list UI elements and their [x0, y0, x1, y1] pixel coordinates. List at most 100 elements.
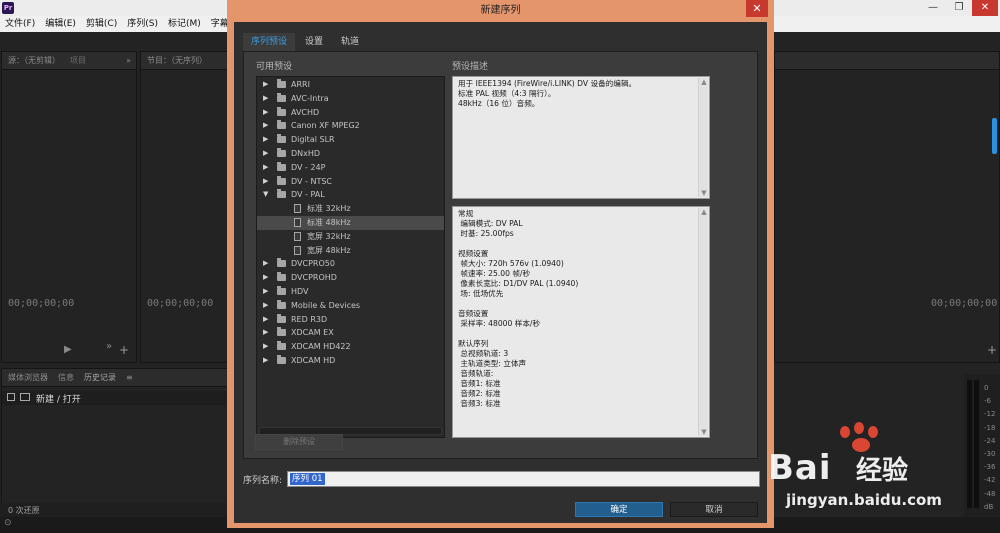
collapsed-arrow-icon[interactable]: ▶: [263, 285, 268, 299]
collapsed-arrow-icon[interactable]: ▶: [263, 271, 268, 285]
preset-tree-item[interactable]: 标准 32kHz: [257, 202, 444, 216]
new-sequence-dialog: 新建序列 ✕ 序列预设 设置 轨道 可用预设 预设描述 ▶ ARRI ▶ AVC-In…: [227, 0, 774, 528]
collapsed-arrow-icon[interactable]: ▶: [263, 354, 268, 368]
tab-history[interactable]: 历史记录: [84, 372, 116, 383]
tab-project[interactable]: 项目: [70, 55, 86, 66]
preset-tree-item[interactable]: 标准 48kHz: [257, 215, 444, 230]
preset-tree-item[interactable]: ▶ DV - 24P: [257, 161, 444, 175]
menu-clip[interactable]: 剪辑(C): [81, 16, 122, 32]
preset-tree-item[interactable]: ▶ AVCHD: [257, 106, 444, 120]
collapsed-arrow-icon[interactable]: ▶: [263, 92, 268, 106]
preset-details-box: 常规 编辑模式: DV PAL 时基: 25.00fps 视频设置 帧大小: 7…: [452, 206, 710, 438]
preset-tree-item[interactable]: ▶ HDV: [257, 285, 444, 299]
play-icon[interactable]: ▶: [64, 344, 72, 355]
details-scrollbar[interactable]: ▲ ▼: [698, 208, 708, 436]
tab-settings[interactable]: 设置: [297, 33, 332, 51]
cancel-button[interactable]: 取消: [670, 502, 758, 517]
preset-tree-item[interactable]: ▶ Canon XF MPEG2: [257, 119, 444, 133]
render-status-icon: ⊙: [4, 518, 12, 528]
folder-icon: [277, 285, 286, 295]
collapsed-arrow-icon[interactable]: ▶: [263, 161, 268, 175]
collapsed-arrow-icon[interactable]: ▶: [263, 326, 268, 340]
menu-edit[interactable]: 编辑(E): [40, 16, 81, 32]
menu-marker[interactable]: 标记(M): [163, 16, 206, 32]
collapsed-arrow-icon[interactable]: ▶: [263, 147, 268, 161]
tab-media-browser[interactable]: 媒体浏览器: [8, 372, 48, 383]
panel-overflow-icon[interactable]: »: [126, 56, 131, 65]
more-controls-icon[interactable]: »: [106, 341, 112, 352]
preset-tree-item[interactable]: ▶ RED R3D: [257, 313, 444, 327]
preset-description-label: 预设描述: [452, 62, 489, 72]
preset-label: 标准 48kHz: [307, 217, 351, 227]
collapsed-arrow-icon[interactable]: ▶: [263, 133, 268, 147]
source-panel-header: 源：（无剪辑） 项目 »: [2, 52, 136, 70]
scroll-down-icon[interactable]: ▼: [699, 428, 709, 436]
collapsed-arrow-icon[interactable]: ▶: [263, 119, 268, 133]
dialog-close-button[interactable]: ✕: [746, 0, 768, 17]
tab-tracks[interactable]: 轨道: [333, 33, 368, 51]
preset-label: DV - 24P: [291, 162, 326, 172]
folder-icon: [277, 161, 286, 171]
collapsed-arrow-icon[interactable]: ▶: [263, 340, 268, 354]
source-timecode: 00;00;00;00: [8, 298, 75, 309]
preset-tree-item[interactable]: ▶ Digital SLR: [257, 133, 444, 147]
preset-tree-item[interactable]: ▶ Mobile & Devices: [257, 299, 444, 313]
minimize-button[interactable]: —: [920, 0, 946, 16]
scroll-down-icon[interactable]: ▼: [699, 189, 709, 197]
expanded-arrow-icon[interactable]: ▼: [263, 188, 268, 202]
preset-tree-item[interactable]: ▶ DVCPRO50: [257, 257, 444, 271]
tab-info[interactable]: 信息: [58, 372, 74, 383]
premiere-logo-icon: Pr: [2, 2, 14, 14]
preset-tree-item[interactable]: ▶ AVC-Intra: [257, 92, 444, 106]
preset-tree-item[interactable]: ▶ ARRI: [257, 78, 444, 92]
preset-tree-item[interactable]: ▼ DV - PAL: [257, 188, 444, 202]
description-scrollbar[interactable]: ▲ ▼: [698, 78, 708, 197]
sequence-name-input[interactable]: 序列 01: [287, 471, 760, 487]
tab-sequence-presets[interactable]: 序列预设: [243, 33, 296, 51]
preset-tree-item[interactable]: 宽屏 48kHz: [257, 244, 444, 258]
collapsed-arrow-icon[interactable]: ▶: [263, 78, 268, 92]
right-monitor-panel: 00;00;00;00 +: [774, 51, 1000, 363]
delete-preset-button[interactable]: 删除预设: [255, 434, 343, 450]
baidu-jingyan-watermark: Bai 经验 jingyan.baidu.com: [768, 420, 1000, 533]
folder-icon: [277, 313, 286, 323]
scroll-up-icon[interactable]: ▲: [699, 208, 709, 216]
preset-label: Mobile & Devices: [291, 300, 361, 310]
menu-file[interactable]: 文件(F): [0, 16, 40, 32]
collapsed-arrow-icon[interactable]: ▶: [263, 106, 268, 120]
add-button-icon[interactable]: +: [119, 343, 129, 357]
paw-icon: [840, 426, 850, 438]
preset-tree-item[interactable]: ▶ DNxHD: [257, 147, 444, 161]
window-controls: — ❐ ✕: [920, 0, 998, 16]
preset-tree-item[interactable]: 宽屏 32kHz: [257, 230, 444, 244]
preset-tree-item[interactable]: ▶ XDCAM EX: [257, 326, 444, 340]
collapsed-arrow-icon[interactable]: ▶: [263, 175, 268, 189]
zoom-slider[interactable]: [992, 118, 997, 154]
preset-tree-item[interactable]: ▶ XDCAM HD422: [257, 340, 444, 354]
folder-icon: [277, 147, 286, 157]
right-panel-header: [775, 52, 999, 70]
ok-button[interactable]: 确定: [575, 502, 663, 517]
preset-label: DNxHD: [291, 148, 321, 158]
dialog-title: 新建序列: [480, 5, 521, 16]
scroll-up-icon[interactable]: ▲: [699, 78, 709, 86]
tab-source[interactable]: 源：（无剪辑）: [8, 55, 60, 66]
program-panel: 节目：（无序列） 00;00;00;00: [140, 51, 228, 363]
undo-status-bar: 0 次还原: [0, 503, 228, 517]
close-app-button[interactable]: ✕: [972, 0, 998, 16]
preset-tree-item[interactable]: ▶ XDCAM HD: [257, 354, 444, 368]
tab-program[interactable]: 节目：（无序列）: [147, 55, 207, 66]
restore-button[interactable]: ❐: [946, 0, 972, 16]
add-button-icon[interactable]: +: [987, 343, 997, 357]
menu-sequence[interactable]: 序列(S): [122, 16, 163, 32]
history-item-label: 新建 / 打开: [36, 395, 81, 405]
preset-tree-item[interactable]: ▶ DVCPROHD: [257, 271, 444, 285]
history-item[interactable]: 新建 / 打开: [2, 391, 227, 405]
collapsed-arrow-icon[interactable]: ▶: [263, 257, 268, 271]
preset-label: RED R3D: [291, 314, 328, 324]
preset-tree-item[interactable]: ▶ DV - NTSC: [257, 175, 444, 189]
collapsed-arrow-icon[interactable]: ▶: [263, 313, 268, 327]
paw-icon: [868, 426, 878, 438]
collapsed-arrow-icon[interactable]: ▶: [263, 299, 268, 313]
panel-menu-icon[interactable]: ≡: [126, 373, 133, 382]
